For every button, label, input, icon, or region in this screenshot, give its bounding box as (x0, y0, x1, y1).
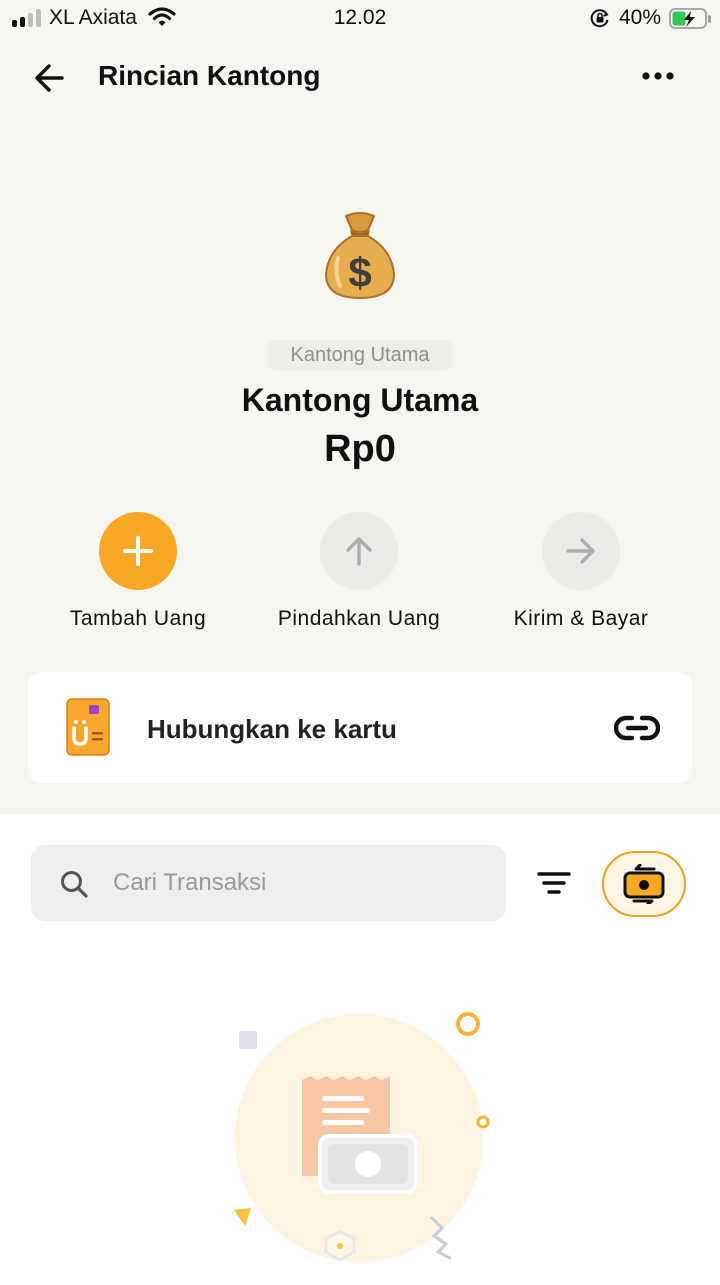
status-time: 12.02 (333, 6, 387, 29)
more-options-button[interactable] (638, 60, 678, 92)
add-money-button[interactable]: Tambah Uang (38, 512, 238, 631)
move-money-button[interactable]: Pindahkan Uang (259, 512, 459, 631)
plus-icon (99, 512, 177, 590)
pocket-type-tag: Kantong Utama (269, 340, 451, 370)
send-pay-button[interactable]: Kirim & Bayar (481, 512, 681, 631)
arrow-up-icon (320, 512, 398, 590)
filter-icon (537, 872, 571, 894)
money-bag-icon: $ (318, 210, 402, 302)
move-money-label: Pindahkan Uang (277, 607, 441, 630)
filter-button[interactable] (534, 866, 574, 900)
arrow-right-icon (542, 512, 620, 590)
battery-icon (669, 8, 713, 36)
empty-state-illustration (220, 1000, 510, 1280)
search-bar[interactable] (31, 845, 506, 921)
search-input[interactable] (113, 845, 493, 921)
pocket-balance: Rp0 (324, 428, 396, 470)
svg-text:$: $ (348, 249, 371, 296)
add-money-label: Tambah Uang (69, 607, 207, 630)
link-card-label: Hubungkan ke kartu (147, 714, 397, 744)
more-dots-icon (642, 72, 674, 80)
send-pay-label: Kirim & Bayar (513, 607, 649, 630)
arrow-left-icon (35, 64, 64, 92)
card-icon (66, 698, 110, 761)
back-button[interactable] (30, 58, 70, 98)
battery-percentage: 40% (619, 6, 662, 29)
page-title: Rincian Kantong (98, 60, 321, 91)
exchange-icon (623, 864, 665, 904)
link-card-row[interactable]: Hubungkan ke kartu (28, 672, 692, 783)
pocket-name: Kantong Utama (241, 382, 479, 418)
rotation-lock-icon (590, 8, 610, 34)
switch-view-button[interactable] (602, 851, 686, 917)
status-bar: XL Axiata 12.02 40% (0, 0, 720, 36)
link-icon (613, 711, 661, 750)
search-icon (59, 869, 89, 904)
